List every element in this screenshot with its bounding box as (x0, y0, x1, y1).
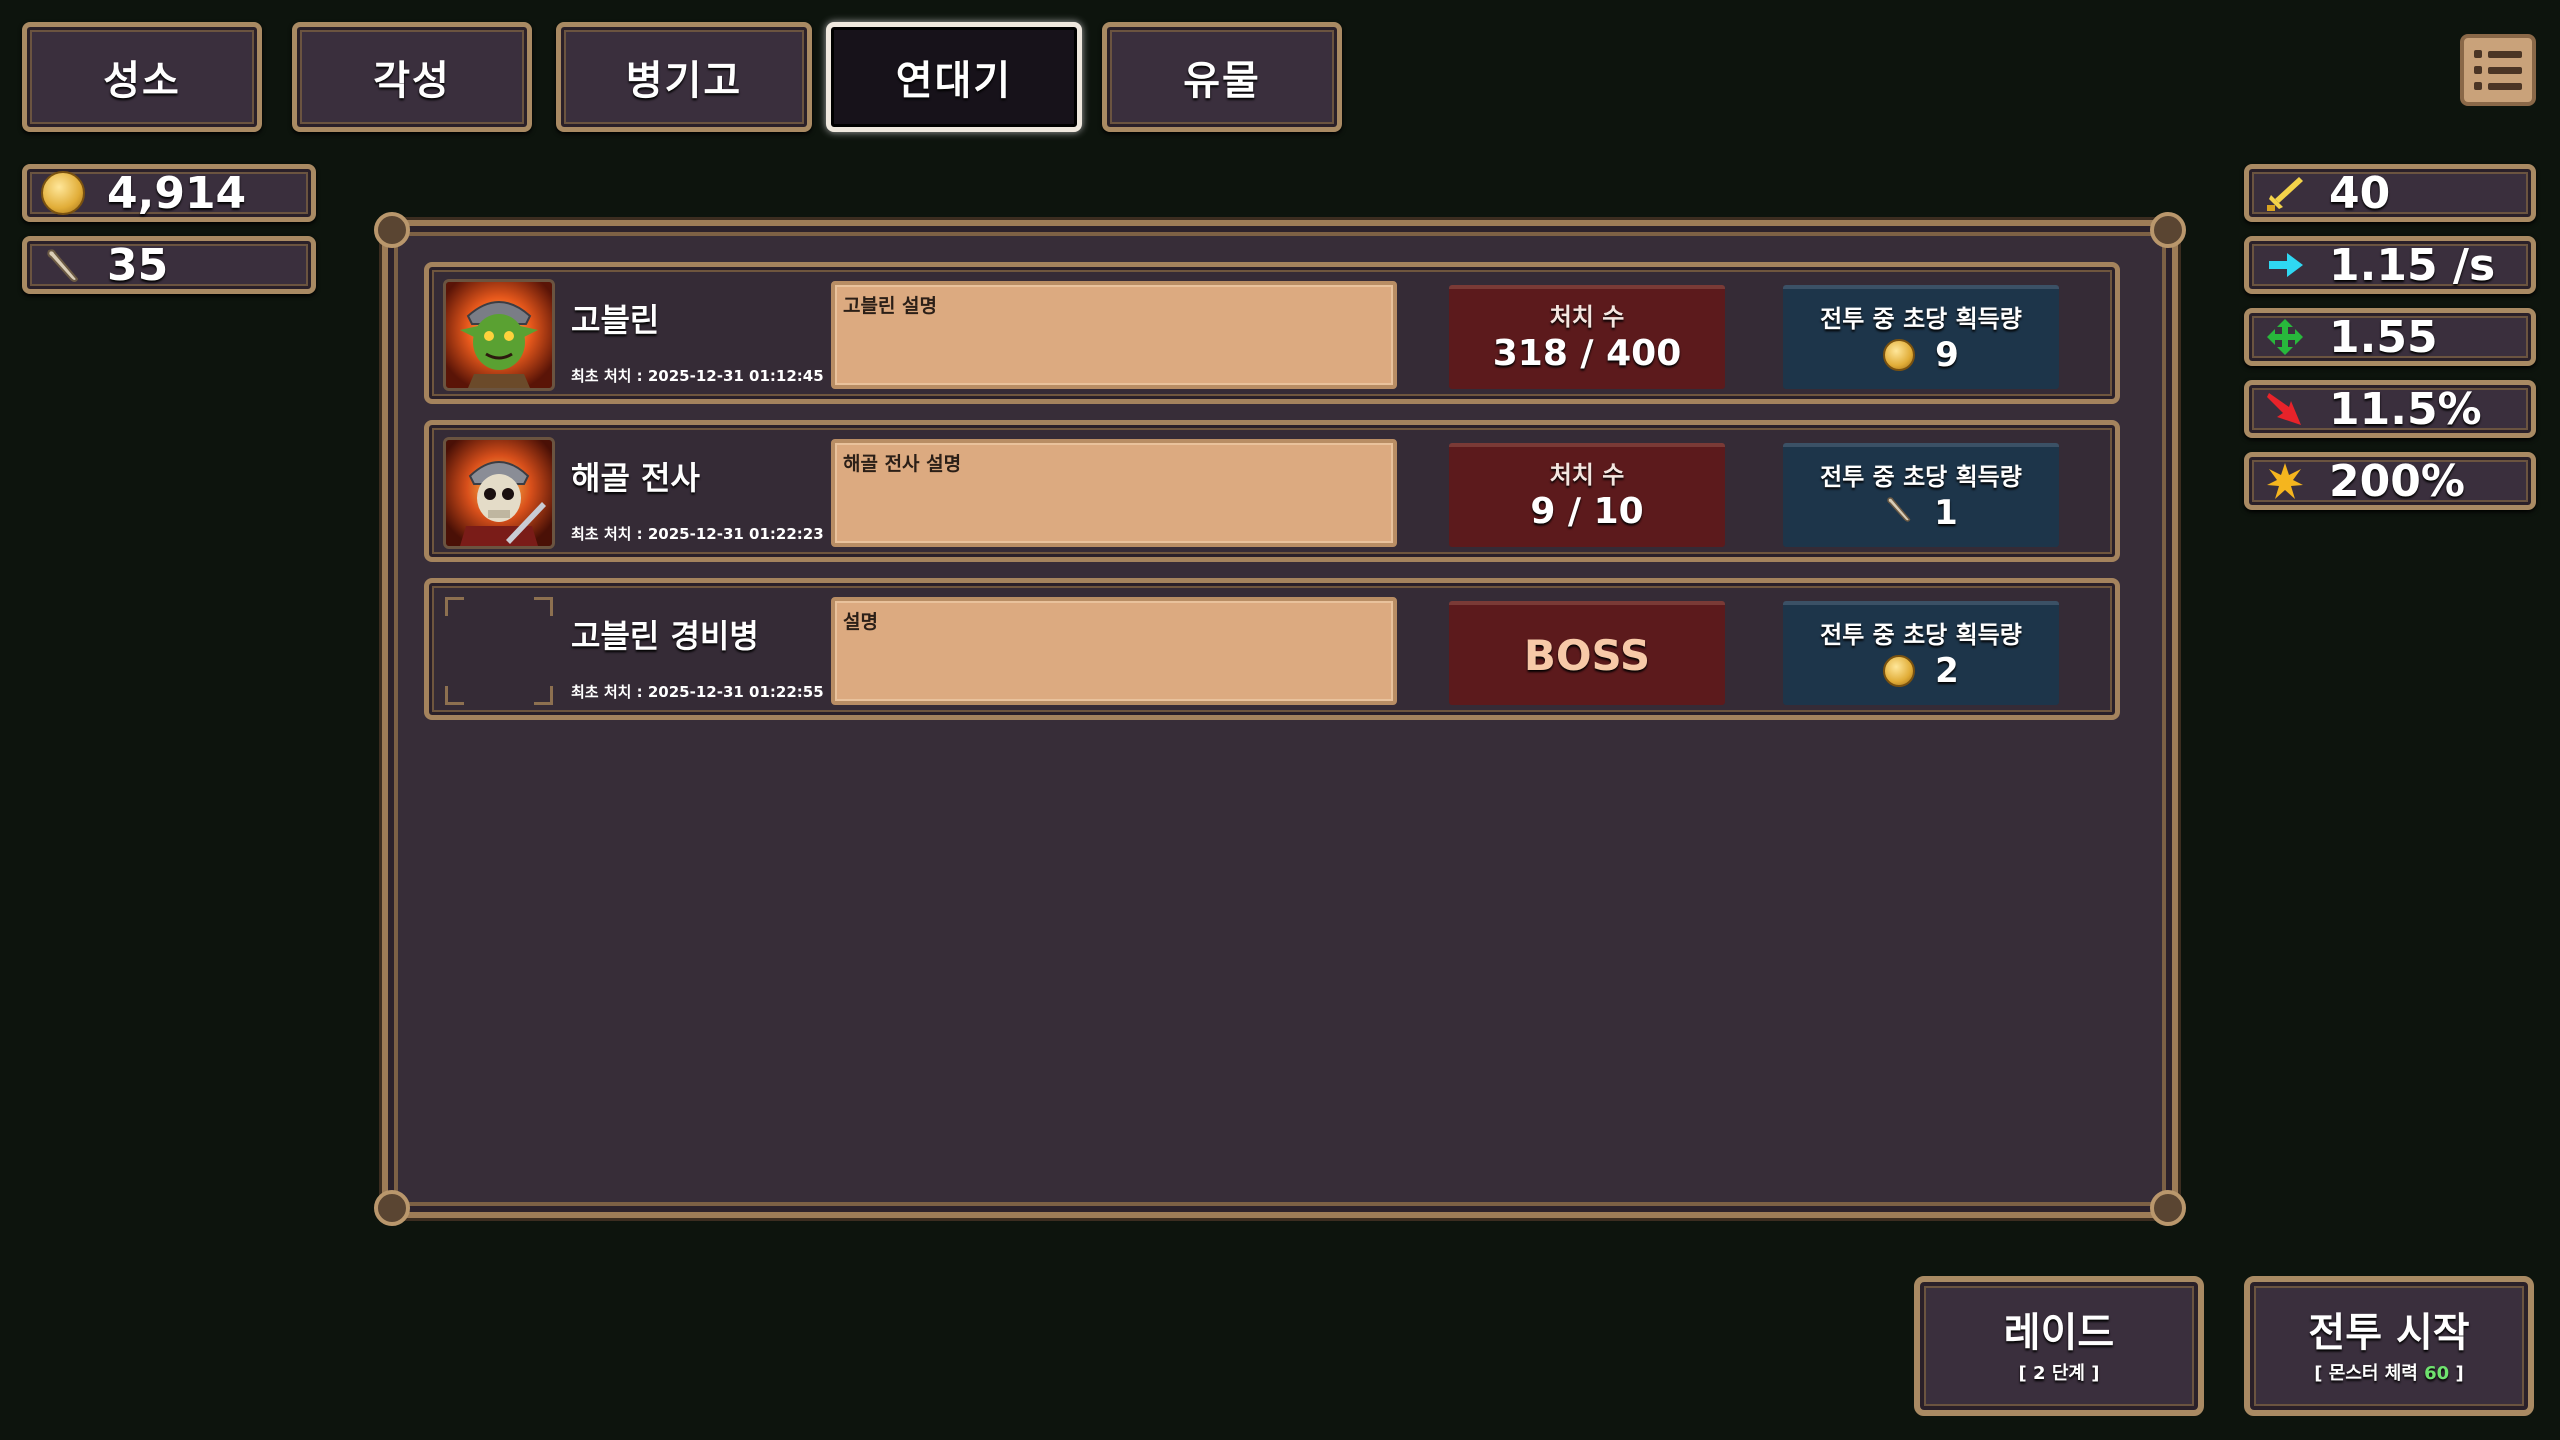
tab-chronicle[interactable]: 연대기 (826, 22, 1082, 132)
stat-attack-value: 40 (2329, 167, 2391, 219)
burst-star-icon (2263, 459, 2307, 503)
bone-counter: 35 (22, 236, 316, 294)
boss-badge: BOSS (1449, 601, 1725, 705)
gain-label: 전투 중 초당 획득량 (1820, 305, 2022, 333)
gold-counter: 4,914 (22, 164, 316, 222)
gain-label: 전투 중 초당 획득량 (1820, 621, 2022, 649)
monster-hp-prefix: [ 몬스터 체력 (2314, 1363, 2425, 1384)
gold-coin-icon (1883, 655, 1916, 687)
list-menu-icon[interactable] (2460, 34, 2536, 106)
monster-name: 해골 전사 (571, 459, 700, 497)
stat-attack: 40 (2244, 164, 2536, 222)
monster-row-skeleton-warrior[interactable]: 해골 전사 최초 처치 : 2025-12-31 01:22:23 해골 전사 … (424, 420, 2120, 562)
bone-icon (1884, 493, 1914, 533)
empty-portrait (443, 595, 555, 707)
gain-label: 전투 중 초당 획득량 (1820, 463, 2022, 491)
stat-attack-speed-value: 1.15 /s (2329, 239, 2496, 291)
stat-move-value: 1.55 (2329, 311, 2438, 363)
panel-corner-ornament (2150, 1190, 2186, 1226)
stat-crit-chance: 11.5% (2244, 380, 2536, 438)
stat-crit-damage: 200% (2244, 452, 2536, 510)
tab-sanctuary[interactable]: 성소 (22, 22, 262, 132)
stat-crit-damage-value: 200% (2329, 455, 2465, 507)
start-battle-button[interactable]: 전투 시작 [ 몬스터 체력 60 ] (2244, 1276, 2534, 1416)
monster-row-goblin[interactable]: 고블린 최초 처치 : 2025-12-31 01:12:45 고블린 설명 처… (424, 262, 2120, 404)
skeleton-warrior-portrait (443, 437, 555, 549)
gain-value: 9 (1935, 335, 1959, 375)
gold-value: 4,914 (107, 167, 247, 219)
raid-button-label: 레이드 (2003, 1310, 2115, 1356)
first-kill-time: 최초 처치 : 2025-12-31 01:12:45 (571, 367, 824, 385)
tab-armory[interactable]: 병기고 (556, 22, 812, 132)
bone-icon (41, 243, 85, 287)
panel-corner-ornament (374, 212, 410, 248)
goblin-portrait (443, 279, 555, 391)
sword-attack-icon (2263, 171, 2307, 215)
start-battle-label: 전투 시작 (2308, 1310, 2470, 1356)
stat-attack-speed: 1.15 /s (2244, 236, 2536, 294)
kill-count-value: 318 / 400 (1492, 333, 1682, 374)
gain-value: 2 (1935, 651, 1959, 691)
kill-count-value: 9 / 10 (1530, 491, 1644, 532)
monster-row-goblin-guard[interactable]: 고블린 경비병 최초 처치 : 2025-12-31 01:22:55 설명 B… (424, 578, 2120, 720)
stat-move: 1.55 (2244, 308, 2536, 366)
boss-label: BOSS (1523, 630, 1651, 680)
gain-per-second-box: 전투 중 초당 획득량 1 (1783, 443, 2059, 547)
panel-corner-ornament (374, 1190, 410, 1226)
monster-hp-suffix: ] (2449, 1363, 2464, 1384)
gold-coin-icon (1883, 339, 1916, 371)
crit-arrow-icon (2263, 387, 2307, 431)
panel-corner-ornament (2150, 212, 2186, 248)
move-cross-icon (2263, 315, 2307, 359)
tab-relics[interactable]: 유물 (1102, 22, 1342, 132)
kill-count-box: 처치 수 318 / 400 (1449, 285, 1725, 389)
monster-description: 해골 전사 설명 (831, 439, 1397, 547)
gold-coin-icon (41, 171, 85, 215)
monster-name: 고블린 경비병 (571, 617, 759, 655)
kill-count-label: 처치 수 (1549, 303, 1625, 331)
monster-description: 고블린 설명 (831, 281, 1397, 389)
kill-count-label: 처치 수 (1549, 461, 1625, 489)
tab-awakening[interactable]: 각성 (292, 22, 532, 132)
gain-value: 1 (1934, 493, 1958, 533)
first-kill-time: 최초 처치 : 2025-12-31 01:22:23 (571, 525, 824, 543)
gain-per-second-box: 전투 중 초당 획득량 2 (1783, 601, 2059, 705)
monster-hp-label: [ 몬스터 체력 60 ] (2314, 1359, 2463, 1385)
kill-count-box: 처치 수 9 / 10 (1449, 443, 1725, 547)
speed-arrow-icon (2263, 243, 2307, 287)
monster-hp-value: 60 (2424, 1363, 2450, 1384)
stat-crit-chance-value: 11.5% (2329, 383, 2482, 435)
first-kill-time: 최초 처치 : 2025-12-31 01:22:55 (571, 683, 824, 701)
monster-description: 설명 (831, 597, 1397, 705)
monster-name: 고블린 (571, 301, 660, 339)
raid-button[interactable]: 레이드 [ 2 단계 ] (1914, 1276, 2204, 1416)
raid-stage-label: [ 2 단계 ] (2018, 1363, 2100, 1384)
gain-per-second-box: 전투 중 초당 획득량 9 (1783, 285, 2059, 389)
bone-value: 35 (107, 239, 169, 291)
